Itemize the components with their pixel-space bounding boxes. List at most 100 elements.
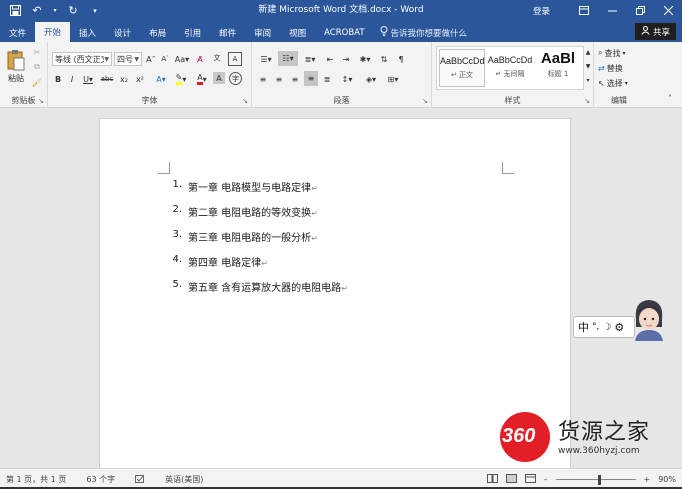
highlight-color-icon[interactable]: ✎ ▾ <box>172 72 190 86</box>
clipboard-icon <box>7 49 25 73</box>
customize-qat-icon[interactable]: ▾ <box>88 4 102 18</box>
select-button[interactable]: ↖ 选择 ▾ <box>598 77 642 89</box>
tab-view[interactable]: 视图 <box>280 23 315 42</box>
italic-button[interactable]: I <box>66 72 78 86</box>
undo-dropdown-icon[interactable]: ▾ <box>52 4 58 18</box>
ime-mode-toggle[interactable]: 中 <box>578 319 589 335</box>
borders-icon[interactable]: ⊞▾ <box>384 72 402 86</box>
proofing-icon[interactable] <box>135 474 145 484</box>
show-marks-icon[interactable]: ¶ <box>394 52 408 66</box>
tab-insert[interactable]: 插入 <box>70 23 105 42</box>
signin-link[interactable]: 登录 <box>533 5 550 17</box>
phonetic-guide-icon[interactable]: 文 <box>210 50 224 66</box>
styles-launcher-icon[interactable]: ↘ <box>584 97 590 105</box>
clipboard-launcher-icon[interactable]: ↘ <box>38 97 44 105</box>
styles-scroll-down-icon[interactable]: ▼ <box>584 60 592 73</box>
text-effects-icon[interactable]: A▾ <box>152 72 170 86</box>
align-center-icon[interactable]: ≡ <box>272 72 286 86</box>
format-painter-icon[interactable]: 🖌 <box>31 76 43 88</box>
shrink-font-icon[interactable]: Aˇ <box>159 52 171 66</box>
character-shading-icon[interactable]: A <box>213 72 225 84</box>
ribbon-display-options-icon[interactable] <box>570 0 598 21</box>
multilevel-list-icon[interactable]: ≣▾ <box>300 52 320 66</box>
style-normal[interactable]: AaBbCcDd ↵ 正文 <box>439 49 485 87</box>
font-size-combo[interactable]: 四号 ▼ <box>114 52 142 66</box>
tab-mailings[interactable]: 邮件 <box>210 23 245 42</box>
collapse-ribbon-icon[interactable]: ˄ <box>664 92 676 104</box>
numbering-icon[interactable]: ☷▾ <box>278 51 298 66</box>
tab-acrobat[interactable]: ACROBAT <box>315 23 373 42</box>
save-icon[interactable] <box>8 4 22 18</box>
zoom-level[interactable]: 90% <box>658 475 676 484</box>
styles-group-label: 样式 <box>504 96 521 105</box>
strikethrough-button[interactable]: abc <box>99 72 115 86</box>
style-no-spacing[interactable]: AaBbCcDd ↵ 无间隔 <box>487 49 533 87</box>
grow-font-icon[interactable]: A ^ <box>145 52 157 66</box>
zoom-slider[interactable] <box>555 474 636 485</box>
underline-button[interactable]: U▾ <box>80 72 96 86</box>
style-heading-1[interactable]: AaBl 标题 1 <box>535 49 581 87</box>
decrease-indent-icon[interactable]: ⇤ <box>323 52 337 66</box>
line-spacing-icon[interactable]: ↕▾ <box>338 72 356 86</box>
change-case-icon[interactable]: Aa▾ <box>174 52 190 66</box>
page-count[interactable]: 第 1 页，共 1 页 <box>6 474 66 485</box>
styles-more-icon[interactable]: ▾ <box>584 74 592 87</box>
bold-button[interactable]: B <box>52 72 64 86</box>
sort-icon[interactable]: ⇅ <box>377 52 391 66</box>
paragraph-launcher-icon[interactable]: ↘ <box>422 97 428 105</box>
clear-formatting-icon[interactable]: A̸ <box>193 52 207 66</box>
superscript-button[interactable]: x² <box>133 72 147 86</box>
align-right-icon[interactable]: ≡ <box>288 72 302 86</box>
distributed-icon[interactable]: ≣ <box>320 72 334 86</box>
zoom-thumb[interactable] <box>597 474 601 485</box>
character-border-icon[interactable]: A <box>228 52 242 66</box>
chinese-layout-icon[interactable]: ✱▾ <box>356 52 374 66</box>
styles-scroll-up-icon[interactable]: ▲ <box>584 46 592 59</box>
word-count[interactable]: 63 个字 <box>86 474 115 485</box>
language-indicator[interactable]: 英语(美国) <box>165 474 203 485</box>
tab-file[interactable]: 文件 <box>0 23 35 42</box>
list-text: 第五章 含有运算放大器的电阻电路 <box>188 283 342 294</box>
subscript-button[interactable]: x₂ <box>117 72 131 86</box>
read-mode-icon[interactable] <box>486 474 498 485</box>
list-text: 第四章 电路定律 <box>188 258 262 269</box>
tab-layout[interactable]: 布局 <box>140 23 175 42</box>
zoom-out-button[interactable]: – <box>544 475 548 484</box>
replace-button[interactable]: ⇄ 替换 <box>598 62 642 74</box>
find-button[interactable]: ⌕ 查找 ▾ <box>598 47 642 59</box>
tab-references[interactable]: 引用 <box>175 23 210 42</box>
moon-icon[interactable]: ☽ <box>602 322 611 333</box>
zoom-in-button[interactable]: + <box>644 475 651 484</box>
share-button[interactable]: 共享 <box>634 23 676 40</box>
undo-icon[interactable]: ↶ <box>30 4 44 18</box>
tell-me-search[interactable]: 告诉我你想要做什么 <box>380 23 467 42</box>
paste-button[interactable]: 粘贴 <box>4 46 28 86</box>
list-number: 1. <box>172 179 182 190</box>
font-launcher-icon[interactable]: ↘ <box>242 97 248 105</box>
gear-icon[interactable]: ⚙ <box>614 321 624 334</box>
copy-icon[interactable]: ⧉ <box>31 61 43 73</box>
shading-icon[interactable]: ◈▾ <box>362 72 380 86</box>
font-name-combo[interactable]: 等线 (西文正文) ▼ <box>52 52 112 66</box>
ime-punctuation-toggle[interactable]: °, <box>592 322 599 332</box>
print-layout-icon[interactable] <box>505 474 517 485</box>
bullets-icon[interactable]: ☰▾ <box>256 52 276 66</box>
font-color-icon[interactable]: A ▾ <box>193 72 211 86</box>
align-left-icon[interactable]: ≡ <box>256 72 270 86</box>
web-layout-icon[interactable] <box>524 474 536 485</box>
replace-icon: ⇄ <box>598 63 605 73</box>
tab-review[interactable]: 审阅 <box>245 23 280 42</box>
tab-home[interactable]: 开始 <box>35 22 71 42</box>
restore-icon[interactable] <box>626 0 654 21</box>
increase-indent-icon[interactable]: ⇥ <box>339 52 353 66</box>
cut-icon[interactable]: ✂ <box>31 46 43 58</box>
close-icon[interactable] <box>654 0 682 21</box>
paragraph-group: ☰▾ ☷▾ ≣▾ ⇤ ⇥ ✱▾ ⇅ ¶ ≡ ≡ ≡ ≡ ≣ ↕▾ ◈▾ ⊞▾ 段… <box>252 42 432 108</box>
ime-toolbar[interactable]: 中 °, ☽ ⚙ <box>573 316 635 338</box>
minimize-icon[interactable] <box>598 0 626 21</box>
tab-design[interactable]: 设计 <box>105 23 140 42</box>
justify-icon[interactable]: ≡ <box>304 71 318 86</box>
redo-icon[interactable]: ↻ <box>66 4 80 18</box>
enclose-characters-icon[interactable]: 字 <box>229 72 242 85</box>
lightbulb-icon <box>380 26 388 39</box>
